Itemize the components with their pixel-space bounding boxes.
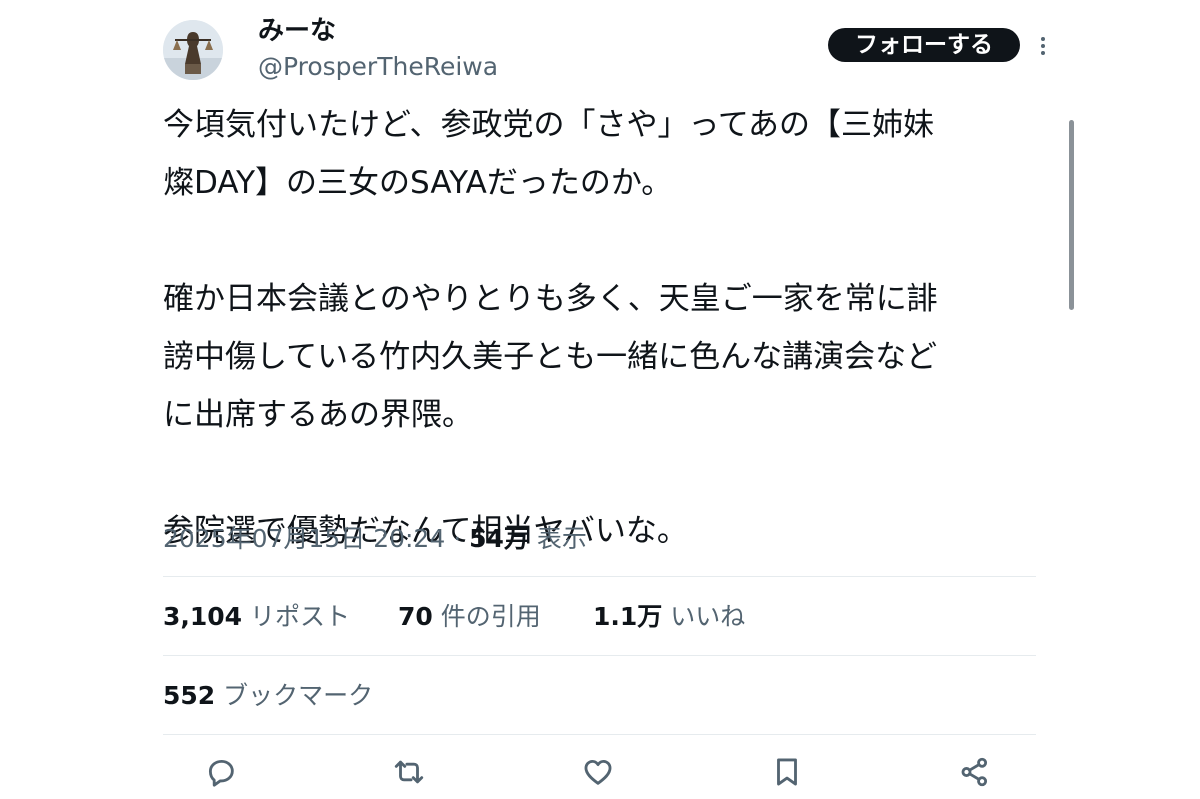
repost-icon — [394, 760, 424, 784]
tweet-line: 燦DAY】の三女のSAYAだったのか。 — [163, 165, 673, 201]
divider — [163, 734, 1036, 735]
reposts-count: 3,104 — [163, 602, 243, 631]
tweet-line: 今頃気付いたけど、参政党の「さや」ってあの【三姉妹 — [163, 107, 934, 143]
meta-separator: · — [453, 524, 462, 553]
author-display-name[interactable]: みーな — [258, 14, 336, 48]
tweet-line: 謗中傷している竹内久美子とも一緒に色んな講演会など — [163, 339, 938, 375]
bookmarks-count: 552 — [163, 681, 216, 710]
likes-label: いいね — [670, 602, 746, 631]
quotes-count: 70 — [398, 602, 433, 631]
tweet-line: に出席するあの界隈。 — [163, 397, 473, 433]
reply-button[interactable] — [204, 755, 238, 789]
reposts-stat[interactable]: 3,104 リポスト — [163, 597, 350, 637]
tweet-timestamp: 2025年07月15日 20:24 · 54万 表示 — [163, 520, 587, 558]
tweet-line: 確か日本会議とのやりとりも多く、天皇ご一家を常に誹 — [163, 281, 938, 317]
bookmarks-label: ブックマーク — [223, 681, 374, 710]
scrollbar-thumb[interactable] — [1069, 120, 1074, 310]
follow-button[interactable]: フォローする — [828, 28, 1020, 62]
views-count: 54万 — [469, 524, 529, 553]
bookmarks-stat[interactable]: 552 ブックマーク — [163, 676, 373, 716]
share-icon — [961, 757, 988, 787]
bookmark-icon — [777, 758, 797, 786]
more-dots-icon[interactable] — [1037, 35, 1049, 57]
author-avatar[interactable] — [163, 20, 223, 80]
author-handle[interactable]: @ProsperTheReiwa — [258, 51, 498, 83]
divider — [163, 655, 1036, 656]
views-label: 表示 — [536, 524, 587, 553]
divider — [163, 576, 1036, 577]
bookmark-button[interactable] — [770, 755, 804, 789]
repost-button[interactable] — [392, 755, 426, 789]
reply-icon — [208, 759, 234, 787]
likes-count: 1.1万 — [593, 602, 663, 631]
justice-statue-avatar-icon — [163, 20, 223, 80]
likes-stat[interactable]: 1.1万 いいね — [593, 597, 745, 637]
tweet-text: 今頃気付いたけど、参政党の「さや」ってあの【三姉妹 燦DAY】の三女のSAYAだ… — [163, 96, 1043, 560]
quotes-stat[interactable]: 70 件の引用 — [398, 597, 541, 637]
like-icon — [584, 759, 612, 785]
tweet-datetime[interactable]: 2025年07月15日 20:24 — [163, 524, 445, 553]
share-button[interactable] — [958, 755, 992, 789]
reposts-label: リポスト — [250, 602, 351, 631]
like-button[interactable] — [581, 755, 615, 789]
quotes-label: 件の引用 — [440, 602, 541, 631]
